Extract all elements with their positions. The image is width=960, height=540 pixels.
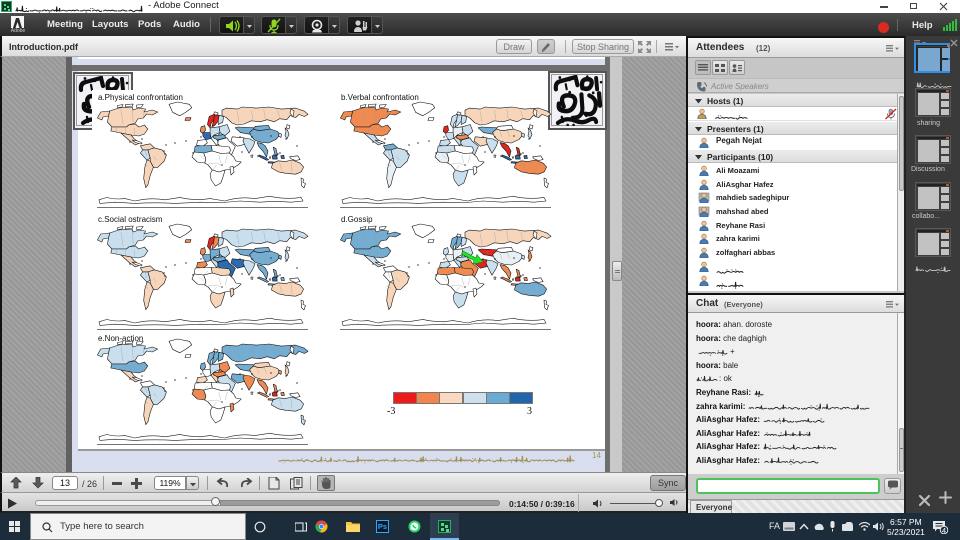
svg-text:4: 4 bbox=[942, 526, 946, 534]
